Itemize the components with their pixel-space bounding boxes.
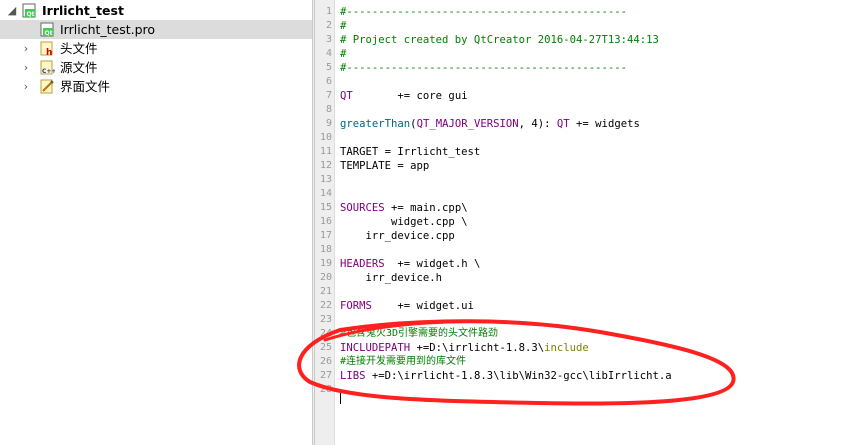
code-line-22: FORMS += widget.ui — [340, 299, 474, 313]
code-line-15: SOURCES += main.cpp\ — [340, 201, 468, 215]
headers-keyword: HEADERS — [340, 258, 385, 270]
line-number: 11 — [319, 146, 332, 157]
code-line-27: LIBS +=D:\irrlicht-1.8.3\lib\Win32-gcc\l… — [340, 369, 672, 383]
forms-keyword: FORMS — [340, 300, 372, 312]
includepath-keyword: INCLUDEPATH — [340, 342, 411, 354]
tree-item-label: 源文件 — [60, 60, 98, 75]
line-number: 7 — [325, 90, 332, 101]
line-number: 21 — [319, 286, 332, 297]
tree-root-project[interactable]: ◢ Qt Irrlicht_test — [0, 1, 312, 20]
header-folder-icon: h — [40, 41, 53, 56]
line-number: 18 — [319, 244, 332, 255]
line-number: 14 — [319, 188, 332, 199]
line-number: 10 — [319, 132, 332, 143]
code-line-7: QT += core gui — [340, 89, 468, 103]
tree-item-label: 头文件 — [60, 41, 98, 56]
line-number: 28 — [319, 384, 332, 395]
line-number: 20 — [319, 272, 332, 283]
line-number: 23 — [319, 314, 332, 325]
source-folder-icon: C++ — [40, 60, 55, 75]
line-number: 8 — [325, 104, 332, 115]
code-line-16: widget.cpp \ — [340, 216, 468, 228]
variable-keyword: QT_MAJOR_VERSION — [416, 118, 519, 130]
svg-text:C++: C++ — [42, 68, 55, 75]
code-text: += core gui — [352, 90, 468, 102]
svg-text:h: h — [46, 48, 52, 56]
qt-keyword: QT — [556, 118, 570, 130]
tree-item-label: Irrlicht_test.pro — [60, 22, 156, 37]
chevron-right-icon[interactable]: › — [20, 39, 32, 58]
code-text: += widget.ui — [371, 300, 474, 312]
line-number: 26 — [319, 356, 332, 367]
line-number: 5 — [325, 62, 332, 73]
tree-item-label: 界面文件 — [60, 79, 111, 94]
code-line-3: # Project created by QtCreator 2016-04-2… — [340, 34, 659, 46]
svg-text:Qt: Qt — [45, 30, 53, 37]
line-number: 12 — [319, 160, 332, 171]
code-line-25: INCLUDEPATH +=D:\irrlicht-1.8.3\include — [340, 341, 589, 355]
line-number: 4 — [325, 48, 332, 59]
line-number: 13 — [319, 174, 332, 185]
code-line-11: TARGET = Irrlicht_test — [340, 146, 481, 158]
code-text: , 4): — [518, 118, 557, 130]
line-number: 1 — [325, 6, 332, 17]
tree-item-headers[interactable]: › h 头文件 — [0, 39, 312, 58]
chevron-right-icon[interactable]: › — [20, 77, 32, 96]
code-text: +=D:\irrlicht-1.8.3\lib\Win32-gcc\libIrr… — [365, 370, 672, 382]
function-name: greaterThan — [340, 118, 411, 130]
tree-item-pro-file[interactable]: Qt Irrlicht_test.pro — [0, 20, 312, 39]
line-number: 15 — [319, 202, 332, 213]
code-text: += widget.h \ — [384, 258, 481, 270]
line-number: 16 — [319, 216, 332, 227]
line-number: 24 — [319, 328, 332, 339]
code-line-20: irr_device.h — [340, 272, 443, 284]
code-line-9: greaterThan(QT_MAJOR_VERSION, 4): QT += … — [340, 117, 640, 131]
line-number: 6 — [325, 76, 332, 87]
line-number: 19 — [319, 258, 332, 269]
code-line-12: TEMPLATE = app — [340, 160, 430, 172]
code-line-19: HEADERS += widget.h \ — [340, 257, 480, 271]
chevron-down-icon[interactable]: ◢ — [6, 1, 18, 20]
line-number: 3 — [325, 34, 332, 45]
pro-file-icon: Qt — [40, 22, 54, 37]
chevron-right-icon[interactable]: › — [20, 58, 32, 77]
svg-text:Qt: Qt — [27, 11, 35, 18]
libs-keyword: LIBS — [340, 370, 366, 382]
line-number: 2 — [325, 20, 332, 31]
tree-item-forms[interactable]: › 界面文件 — [0, 77, 312, 96]
line-number: 9 — [325, 118, 332, 129]
qt-keyword: QT — [340, 90, 353, 102]
tree-root-label: Irrlicht_test — [42, 3, 124, 18]
sources-keyword: SOURCES — [340, 202, 385, 214]
forms-folder-icon — [40, 79, 54, 94]
code-editor[interactable]: #---------------------------------------… — [335, 0, 847, 445]
line-number: 27 — [319, 370, 332, 381]
code-line-26: #连接开发需要用到的库文件 — [340, 356, 467, 367]
qt-project-icon: Qt — [22, 3, 36, 18]
include-keyword: include — [544, 342, 589, 354]
code-line-2: # — [340, 20, 347, 32]
code-line-1: #---------------------------------------… — [340, 6, 628, 18]
code-line-5: #---------------------------------------… — [340, 62, 628, 74]
project-tree: ◢ Qt Irrlicht_test Qt Irrlicht_test.pro … — [0, 0, 312, 445]
line-number-gutter: 1 2 3 4 5 6 7 8 9 10 11 12 13 14 15 16 17 18 19 20 21 22 23 24 2… — [315, 0, 334, 445]
code-text: += widgets — [569, 118, 640, 130]
line-number: 25 — [319, 342, 332, 353]
tree-item-sources[interactable]: › C++ 源文件 — [0, 58, 312, 77]
line-number: 22 — [319, 300, 332, 311]
code-text: += main.cpp\ — [384, 202, 468, 214]
code-line-24: #包含鬼火3D引擎需要的头文件路劲 — [340, 328, 499, 339]
code-text: +=D:\irrlicht-1.8.3\ — [410, 342, 545, 354]
line-number: 17 — [319, 230, 332, 241]
code-line-17: irr_device.cpp — [340, 230, 455, 242]
code-line-4: # — [340, 48, 347, 60]
text-cursor — [340, 391, 341, 404]
